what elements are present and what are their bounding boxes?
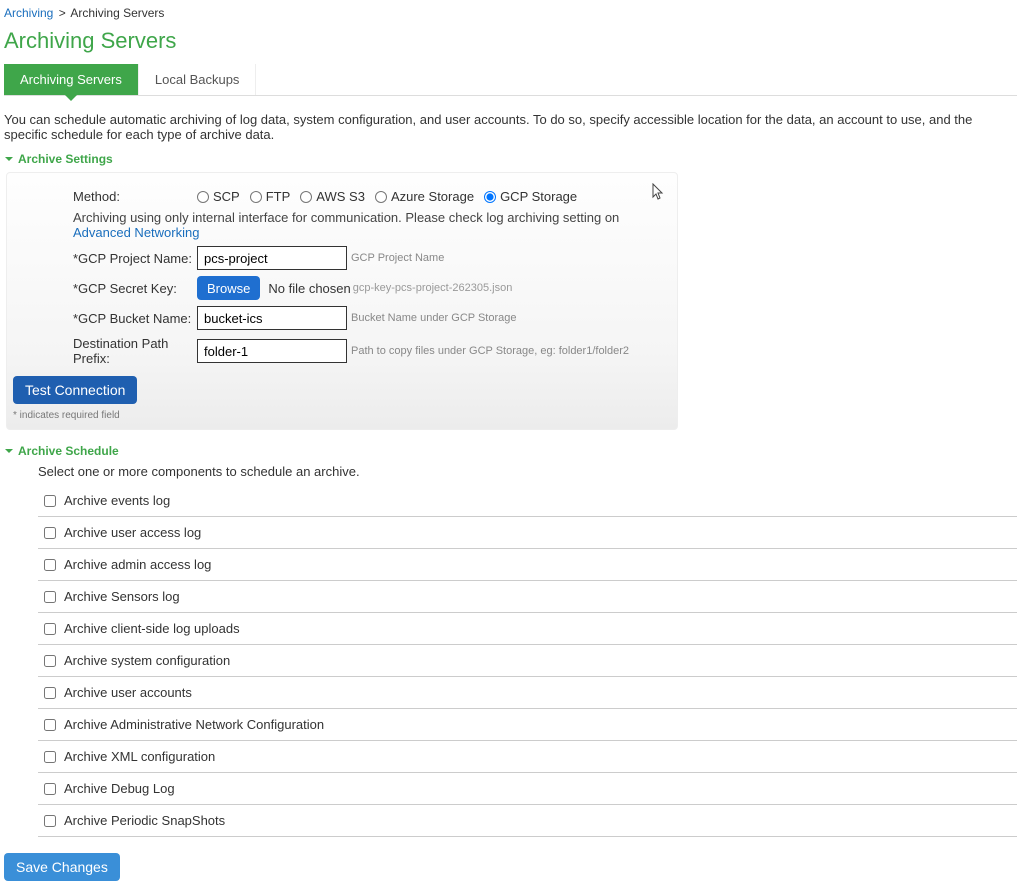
dest-label: Destination Path Prefix: bbox=[73, 336, 197, 366]
schedule-item-label: Archive Administrative Network Configura… bbox=[64, 717, 324, 732]
schedule-item-label: Archive system configuration bbox=[64, 653, 230, 668]
interface-hint: Archiving using only internal interface … bbox=[73, 210, 663, 240]
breadcrumb-current: Archiving Servers bbox=[70, 6, 164, 20]
method-row: Method: SCP FTP AWS S3 Azure Storage GCP… bbox=[73, 189, 663, 204]
chosen-file-name: gcp-key-pcs-project-262305.json bbox=[353, 282, 513, 294]
archive-settings-panel: Method: SCP FTP AWS S3 Azure Storage GCP… bbox=[6, 172, 678, 430]
breadcrumb: Archiving > Archiving Servers bbox=[4, 4, 1017, 26]
bucket-hint: Bucket Name under GCP Storage bbox=[351, 312, 517, 324]
radio-ftp[interactable] bbox=[250, 191, 262, 203]
destination-path-input[interactable] bbox=[197, 339, 347, 363]
schedule-item-admin-net-config[interactable]: Archive Administrative Network Configura… bbox=[38, 709, 1017, 741]
breadcrumb-separator: > bbox=[57, 6, 68, 20]
browse-button[interactable]: Browse bbox=[197, 276, 260, 300]
method-option-scp[interactable]: SCP bbox=[197, 189, 240, 204]
radio-scp-label: SCP bbox=[213, 189, 240, 204]
schedule-item-label: Archive Debug Log bbox=[64, 781, 175, 796]
schedule-item-label: Archive admin access log bbox=[64, 557, 211, 572]
schedule-item-system-config[interactable]: Archive system configuration bbox=[38, 645, 1017, 677]
test-connection-button[interactable]: Test Connection bbox=[13, 376, 137, 404]
required-note: * indicates required field bbox=[13, 410, 663, 421]
cursor-icon bbox=[651, 183, 665, 204]
schedule-item-label: Archive Sensors log bbox=[64, 589, 180, 604]
radio-gcp[interactable] bbox=[484, 191, 496, 203]
dest-row: Destination Path Prefix: Path to copy fi… bbox=[73, 336, 663, 366]
advanced-networking-link[interactable]: Advanced Networking bbox=[73, 225, 199, 240]
section-header-archive-schedule[interactable]: Archive Schedule bbox=[4, 444, 1017, 458]
section-title-schedule: Archive Schedule bbox=[18, 444, 119, 458]
dest-hint: Path to copy files under GCP Storage, eg… bbox=[351, 345, 629, 357]
tab-bar: Archiving Servers Local Backups bbox=[4, 64, 1017, 96]
checkbox-user-access-log[interactable] bbox=[44, 527, 56, 539]
checkbox-debug-log[interactable] bbox=[44, 783, 56, 795]
radio-ftp-label: FTP bbox=[266, 189, 291, 204]
secret-label: *GCP Secret Key: bbox=[73, 281, 197, 296]
schedule-item-label: Archive events log bbox=[64, 493, 170, 508]
schedule-item-debug-log[interactable]: Archive Debug Log bbox=[38, 773, 1017, 805]
tab-archiving-servers[interactable]: Archiving Servers bbox=[4, 64, 139, 95]
gcp-project-name-input[interactable] bbox=[197, 246, 347, 270]
radio-awss3[interactable] bbox=[300, 191, 312, 203]
radio-scp[interactable] bbox=[197, 191, 209, 203]
method-label: Method: bbox=[73, 189, 197, 204]
schedule-item-label: Archive client-side log uploads bbox=[64, 621, 240, 636]
intro-text: You can schedule automatic archiving of … bbox=[4, 112, 1017, 142]
project-label: *GCP Project Name: bbox=[73, 251, 197, 266]
checkbox-user-accounts[interactable] bbox=[44, 687, 56, 699]
test-connection-row: Test Connection bbox=[13, 376, 663, 404]
schedule-item-sensors-log[interactable]: Archive Sensors log bbox=[38, 581, 1017, 613]
schedule-item-user-access-log[interactable]: Archive user access log bbox=[38, 517, 1017, 549]
section-header-archive-settings[interactable]: Archive Settings bbox=[4, 152, 1017, 166]
method-option-azure[interactable]: Azure Storage bbox=[375, 189, 474, 204]
radio-gcp-label: GCP Storage bbox=[500, 189, 577, 204]
schedule-item-label: Archive Periodic SnapShots bbox=[64, 813, 225, 828]
breadcrumb-root-link[interactable]: Archiving bbox=[4, 6, 53, 20]
method-option-ftp[interactable]: FTP bbox=[250, 189, 291, 204]
chevron-down-icon bbox=[4, 446, 14, 456]
section-title-settings: Archive Settings bbox=[18, 152, 113, 166]
method-option-gcp[interactable]: GCP Storage bbox=[484, 189, 577, 204]
method-option-awss3[interactable]: AWS S3 bbox=[300, 189, 365, 204]
checkbox-sensors-log[interactable] bbox=[44, 591, 56, 603]
radio-azure-label: Azure Storage bbox=[391, 189, 474, 204]
checkbox-admin-net-config[interactable] bbox=[44, 719, 56, 731]
schedule-item-user-accounts[interactable]: Archive user accounts bbox=[38, 677, 1017, 709]
gcp-bucket-name-input[interactable] bbox=[197, 306, 347, 330]
checkbox-periodic-snapshots[interactable] bbox=[44, 815, 56, 827]
schedule-item-label: Archive user accounts bbox=[64, 685, 192, 700]
bucket-label: *GCP Bucket Name: bbox=[73, 311, 197, 326]
project-hint: GCP Project Name bbox=[351, 252, 444, 264]
schedule-item-admin-access-log[interactable]: Archive admin access log bbox=[38, 549, 1017, 581]
tab-local-backups[interactable]: Local Backups bbox=[139, 64, 257, 95]
schedule-item-xml-config[interactable]: Archive XML configuration bbox=[38, 741, 1017, 773]
chevron-down-icon bbox=[4, 154, 14, 164]
checkbox-client-side-log[interactable] bbox=[44, 623, 56, 635]
checkbox-admin-access-log[interactable] bbox=[44, 559, 56, 571]
interface-hint-text: Archiving using only internal interface … bbox=[73, 210, 619, 225]
method-options: SCP FTP AWS S3 Azure Storage GCP Storage bbox=[197, 189, 577, 204]
save-row: Save Changes bbox=[4, 853, 1017, 881]
bucket-row: *GCP Bucket Name: Bucket Name under GCP … bbox=[73, 306, 663, 330]
checkbox-system-config[interactable] bbox=[44, 655, 56, 667]
schedule-item-events-log[interactable]: Archive events log bbox=[38, 485, 1017, 517]
schedule-list: Archive events log Archive user access l… bbox=[38, 485, 1017, 837]
checkbox-xml-config[interactable] bbox=[44, 751, 56, 763]
no-file-chosen-text: No file chosen bbox=[268, 281, 350, 296]
schedule-intro: Select one or more components to schedul… bbox=[38, 464, 1017, 479]
schedule-item-label: Archive user access log bbox=[64, 525, 201, 540]
page-title: Archiving Servers bbox=[4, 28, 1017, 54]
schedule-item-periodic-snapshots[interactable]: Archive Periodic SnapShots bbox=[38, 805, 1017, 837]
save-changes-button[interactable]: Save Changes bbox=[4, 853, 120, 881]
secret-row: *GCP Secret Key: Browse No file chosen g… bbox=[73, 276, 663, 300]
schedule-item-label: Archive XML configuration bbox=[64, 749, 215, 764]
radio-azure[interactable] bbox=[375, 191, 387, 203]
radio-awss3-label: AWS S3 bbox=[316, 189, 365, 204]
checkbox-events-log[interactable] bbox=[44, 495, 56, 507]
schedule-item-client-side-log[interactable]: Archive client-side log uploads bbox=[38, 613, 1017, 645]
project-row: *GCP Project Name: GCP Project Name bbox=[73, 246, 663, 270]
